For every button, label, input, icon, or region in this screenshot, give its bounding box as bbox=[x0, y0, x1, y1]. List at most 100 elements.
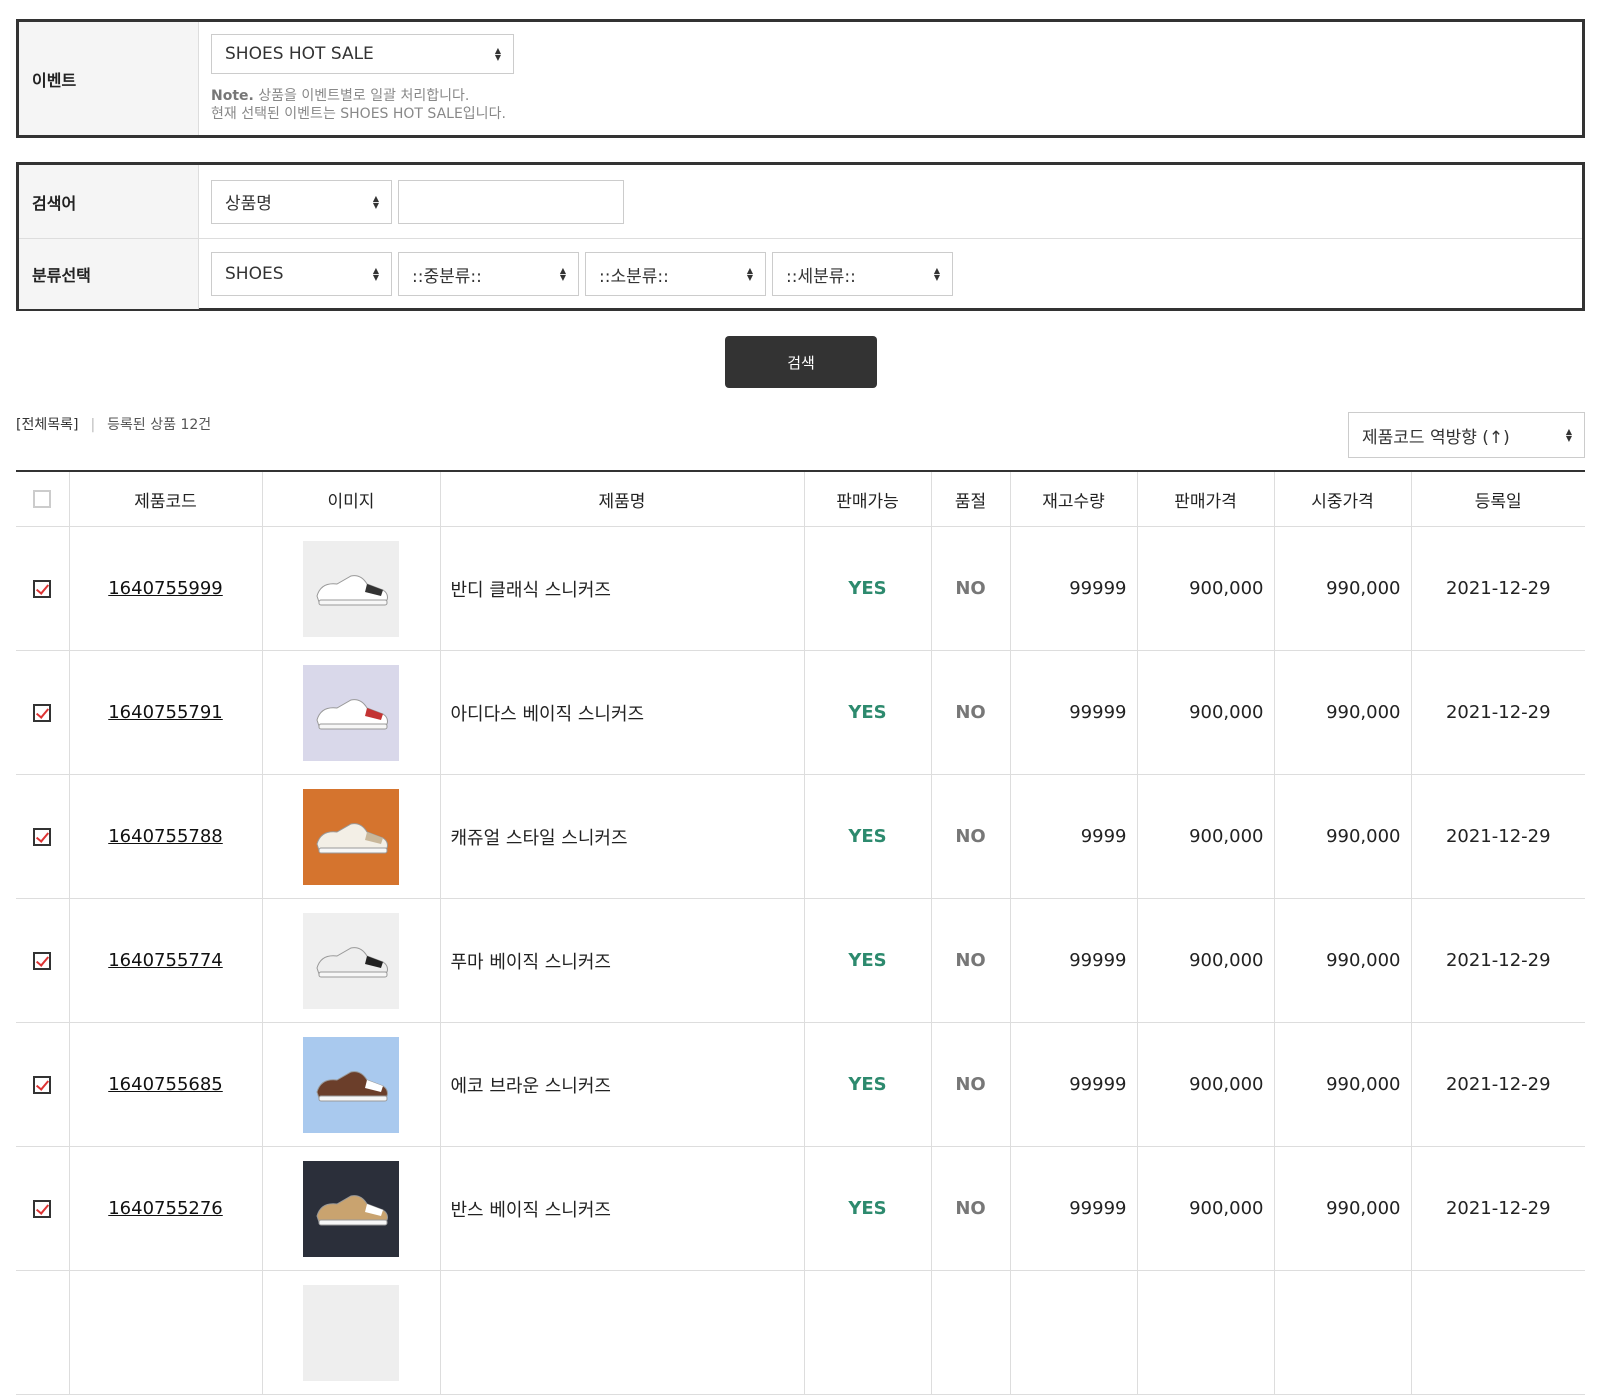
col-header-soldout: 품절 bbox=[931, 471, 1011, 527]
select-arrows-icon: ▲ ▼ bbox=[746, 266, 753, 282]
row-checkbox[interactable] bbox=[16, 526, 70, 651]
col-header-market: 시중가격 bbox=[1274, 471, 1412, 527]
sneaker-icon bbox=[316, 946, 388, 977]
row-checkbox[interactable] bbox=[16, 1146, 70, 1271]
col-header-price: 판매가격 bbox=[1137, 471, 1275, 527]
category-3-select[interactable]: ::소분류:: ▲ ▼ bbox=[585, 252, 766, 296]
table-row[interactable]: 1640755999 반디 클래식 스니커즈 YES NO 99999 900,000 99… bbox=[16, 526, 1585, 651]
market-price: 990,000 bbox=[1274, 774, 1412, 899]
product-name bbox=[440, 1270, 805, 1395]
checkbox-checked-icon[interactable] bbox=[33, 704, 52, 722]
stock-qty: 99999 bbox=[1010, 1146, 1138, 1271]
keyword-label: 검색어 bbox=[19, 165, 199, 238]
col-header-date: 등록일 bbox=[1411, 471, 1585, 527]
stock-qty: 99999 bbox=[1010, 1022, 1138, 1147]
table-row[interactable]: 1640755788 캐쥬얼 스타일 스니커즈 YES NO 9999 900,000 99… bbox=[16, 774, 1585, 899]
product-image-cell bbox=[262, 898, 441, 1023]
sale-status: YES bbox=[804, 1146, 932, 1271]
search-button[interactable]: 검색 bbox=[725, 336, 877, 388]
stock-qty: 9999 bbox=[1010, 774, 1138, 899]
event-label: 이벤트 bbox=[19, 22, 199, 135]
table-row[interactable]: 1640755791 아디다스 베이직 스니커즈 YES NO 99999 900,000… bbox=[16, 650, 1585, 775]
sneaker-icon bbox=[316, 574, 388, 605]
table-header-row: 제품코드 이미지 제품명 판매가능 품절 재고수량 판매가격 시중가격 등록일 bbox=[16, 471, 1585, 527]
product-code-link[interactable]: 1640755774 bbox=[69, 898, 263, 1023]
product-image-cell bbox=[262, 1146, 441, 1271]
product-code-link[interactable]: 1640755685 bbox=[69, 1022, 263, 1147]
checkbox-checked-icon[interactable] bbox=[33, 1200, 52, 1218]
col-header-image: 이미지 bbox=[262, 471, 441, 527]
checkbox-checked-icon[interactable] bbox=[33, 952, 52, 970]
checkbox-checked-icon[interactable] bbox=[33, 828, 52, 846]
product-code-link[interactable]: 1640755276 bbox=[69, 1146, 263, 1271]
soldout-status: NO bbox=[931, 898, 1011, 1023]
product-code-link[interactable]: 1640755999 bbox=[69, 526, 263, 651]
search-panel: 검색어 상품명 ▲ ▼ 분류선택 SHOES ▲ ▼ ::중분류:: ▲ ▼ ::소분… bbox=[16, 162, 1585, 311]
product-image bbox=[303, 788, 399, 885]
checkbox-checked-icon[interactable] bbox=[33, 580, 52, 598]
product-name: 반스 베이직 스니커즈 bbox=[440, 1146, 805, 1271]
soldout-status bbox=[931, 1270, 1011, 1395]
market-price: 990,000 bbox=[1274, 898, 1412, 1023]
category-1-select[interactable]: SHOES ▲ ▼ bbox=[211, 252, 392, 296]
category-2-select[interactable]: ::중분류:: ▲ ▼ bbox=[398, 252, 579, 296]
row-checkbox[interactable] bbox=[16, 1022, 70, 1147]
sale-status: YES bbox=[804, 650, 932, 775]
product-image-cell bbox=[262, 650, 441, 775]
product-code-link[interactable]: 1640755788 bbox=[69, 774, 263, 899]
row-checkbox[interactable] bbox=[16, 898, 70, 1023]
table-row[interactable]: 1640755685 에코 브라운 스니커즈 YES NO 99999 900,000 99… bbox=[16, 1022, 1585, 1147]
product-code-link[interactable] bbox=[69, 1270, 263, 1395]
col-header-stock: 재고수량 bbox=[1010, 471, 1138, 527]
product-name: 캐쥬얼 스타일 스니커즈 bbox=[440, 774, 805, 899]
reg-date bbox=[1411, 1270, 1585, 1395]
sort-select[interactable]: 제품코드 역방향 (↑) ▲ ▼ bbox=[1348, 412, 1585, 458]
table-row[interactable]: 1640755774 푸마 베이직 스니커즈 YES NO 99999 900,000 99… bbox=[16, 898, 1585, 1023]
row-checkbox[interactable] bbox=[16, 774, 70, 899]
reg-date: 2021-12-29 bbox=[1411, 526, 1585, 651]
category-4-select[interactable]: ::세분류:: ▲ ▼ bbox=[772, 252, 953, 296]
row-checkbox[interactable] bbox=[16, 650, 70, 775]
market-price: 990,000 bbox=[1274, 526, 1412, 651]
product-name: 반디 클래식 스니커즈 bbox=[440, 526, 805, 651]
select-arrows-icon: ▲ ▼ bbox=[494, 46, 501, 62]
product-count: 등록된 상품 12건 bbox=[107, 417, 212, 433]
sale-price: 900,000 bbox=[1137, 774, 1275, 899]
reg-date: 2021-12-29 bbox=[1411, 650, 1585, 775]
col-header-sale: 판매가능 bbox=[804, 471, 932, 527]
event-note: Note. 상품을 이벤트별로 일괄 처리합니다. 현재 선택된 이벤트는 SH… bbox=[211, 88, 506, 122]
sale-price: 900,000 bbox=[1137, 650, 1275, 775]
select-arrows-icon: ▲ ▼ bbox=[559, 266, 566, 282]
col-header-code[interactable]: 제품코드 bbox=[69, 471, 263, 527]
event-select-value: SHOES HOT SALE bbox=[225, 44, 374, 64]
product-name: 푸마 베이직 스니커즈 bbox=[440, 898, 805, 1023]
select-arrows-icon: ▲ ▼ bbox=[933, 266, 940, 282]
col-header-name[interactable]: 제품명 bbox=[440, 471, 805, 527]
sneaker-icon bbox=[316, 1194, 388, 1225]
market-price: 990,000 bbox=[1274, 1022, 1412, 1147]
sale-status: YES bbox=[804, 1022, 932, 1147]
keyword-type-select[interactable]: 상품명 ▲ ▼ bbox=[211, 179, 392, 224]
keyword-input[interactable] bbox=[398, 179, 624, 224]
row-checkbox[interactable] bbox=[16, 1270, 70, 1395]
sale-status: YES bbox=[804, 526, 932, 651]
sale-status: YES bbox=[804, 774, 932, 899]
product-code-link[interactable]: 1640755791 bbox=[69, 650, 263, 775]
sale-status: YES bbox=[804, 898, 932, 1023]
select-all-checkbox[interactable] bbox=[16, 471, 70, 527]
table-row[interactable]: 1640755276 반스 베이직 스니커즈 YES NO 99999 900,000 99… bbox=[16, 1146, 1585, 1271]
checkbox-checked-icon[interactable] bbox=[33, 1076, 52, 1094]
select-arrows-icon: ▲ ▼ bbox=[372, 266, 379, 282]
sneaker-icon bbox=[316, 698, 388, 729]
event-select[interactable]: SHOES HOT SALE ▲ ▼ bbox=[211, 34, 514, 74]
product-image-cell bbox=[262, 526, 441, 651]
event-panel: 이벤트 SHOES HOT SALE ▲ ▼ Note. 상품을 이벤트별로 일괄… bbox=[16, 19, 1585, 138]
soldout-status: NO bbox=[931, 1146, 1011, 1271]
select-arrows-icon: ▲ ▼ bbox=[372, 193, 379, 210]
product-image bbox=[303, 912, 399, 1009]
market-price: 990,000 bbox=[1274, 650, 1412, 775]
list-title: [전체목록] bbox=[16, 417, 79, 433]
soldout-status: NO bbox=[931, 526, 1011, 651]
table-row[interactable] bbox=[16, 1270, 1585, 1395]
soldout-status: NO bbox=[931, 650, 1011, 775]
